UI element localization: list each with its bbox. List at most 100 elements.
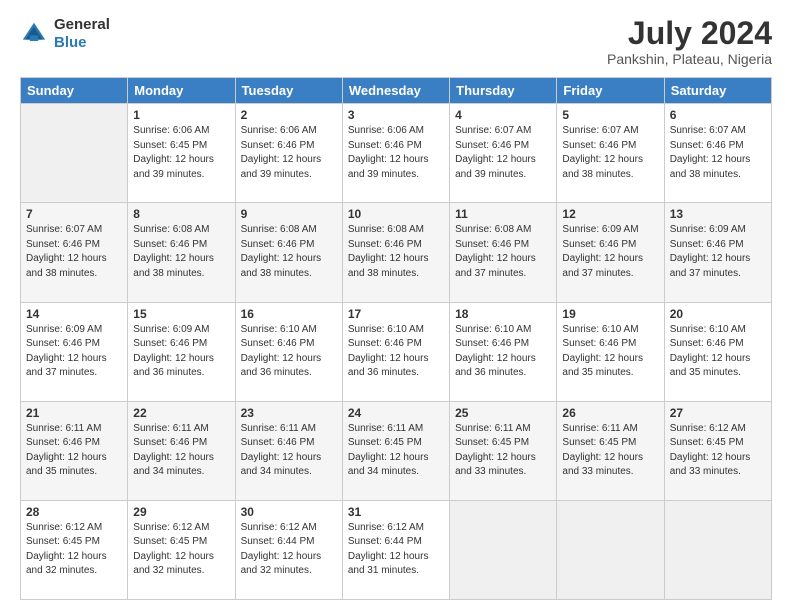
day-info: Sunrise: 6:06 AM Sunset: 6:45 PM Dayligh… [133,124,229,182]
day-number: 4 [455,108,551,122]
day-number: 16 [241,307,337,321]
calendar-day-cell: 18 Sunrise: 6:10 AM Sunset: 6:46 PM Dayli… [450,302,557,401]
day-number: 13 [670,207,766,221]
day-number: 12 [562,207,658,221]
calendar-day-cell: 25 Sunrise: 6:11 AM Sunset: 6:45 PM Dayli… [450,401,557,500]
day-number: 17 [348,307,444,321]
day-info: Sunrise: 6:12 AM Sunset: 6:44 PM Dayligh… [241,521,337,579]
calendar-week-row: 14 Sunrise: 6:09 AM Sunset: 6:46 PM Dayli… [21,302,772,401]
calendar-header-row: SundayMondayTuesdayWednesdayThursdayFrid… [21,78,772,104]
day-number: 28 [26,505,122,519]
day-number: 14 [26,307,122,321]
day-info: Sunrise: 6:12 AM Sunset: 6:45 PM Dayligh… [133,521,229,579]
calendar-week-row: 28 Sunrise: 6:12 AM Sunset: 6:45 PM Dayli… [21,500,772,599]
calendar-day-cell: 22 Sunrise: 6:11 AM Sunset: 6:46 PM Dayli… [128,401,235,500]
calendar-day-cell: 23 Sunrise: 6:11 AM Sunset: 6:46 PM Dayli… [235,401,342,500]
day-number: 20 [670,307,766,321]
calendar-day-cell: 9 Sunrise: 6:08 AM Sunset: 6:46 PM Daylig… [235,203,342,302]
title-block: July 2024 Pankshin, Plateau, Nigeria [607,16,772,67]
day-info: Sunrise: 6:11 AM Sunset: 6:46 PM Dayligh… [26,422,122,480]
day-info: Sunrise: 6:06 AM Sunset: 6:46 PM Dayligh… [348,124,444,182]
day-info: Sunrise: 6:10 AM Sunset: 6:46 PM Dayligh… [670,323,766,381]
calendar-day-cell: 17Sunrise: 6:10 AM Sunset: 6:46 PM Dayli… [342,302,449,401]
day-info: Sunrise: 6:09 AM Sunset: 6:46 PM Dayligh… [670,223,766,281]
day-info: Sunrise: 6:07 AM Sunset: 6:46 PM Dayligh… [26,223,122,281]
calendar-day-cell: 3Sunrise: 6:06 AM Sunset: 6:46 PM Daylig… [342,104,449,203]
day-number: 10 [348,207,444,221]
day-info: Sunrise: 6:08 AM Sunset: 6:46 PM Dayligh… [133,223,229,281]
day-info: Sunrise: 6:08 AM Sunset: 6:46 PM Dayligh… [455,223,551,281]
day-info: Sunrise: 6:10 AM Sunset: 6:46 PM Dayligh… [455,323,551,381]
calendar-day-cell: 20 Sunrise: 6:10 AM Sunset: 6:46 PM Dayli… [664,302,771,401]
day-info: Sunrise: 6:11 AM Sunset: 6:46 PM Dayligh… [241,422,337,480]
day-info: Sunrise: 6:12 AM Sunset: 6:45 PM Dayligh… [26,521,122,579]
calendar-header-cell: Saturday [664,78,771,104]
day-info: Sunrise: 6:11 AM Sunset: 6:45 PM Dayligh… [562,422,658,480]
logo-text: General Blue [54,16,110,52]
day-number: 6 [670,108,766,122]
day-number: 1 [133,108,229,122]
calendar-day-cell: 1 Sunrise: 6:06 AM Sunset: 6:45 PM Daylig… [128,104,235,203]
day-info: Sunrise: 6:08 AM Sunset: 6:46 PM Dayligh… [348,223,444,281]
calendar-day-cell: 12 Sunrise: 6:09 AM Sunset: 6:46 PM Dayli… [557,203,664,302]
day-number: 26 [562,406,658,420]
day-info: Sunrise: 6:07 AM Sunset: 6:46 PM Dayligh… [562,124,658,182]
day-number: 27 [670,406,766,420]
day-info: Sunrise: 6:10 AM Sunset: 6:46 PM Dayligh… [562,323,658,381]
main-title: July 2024 [607,16,772,51]
day-info: Sunrise: 6:11 AM Sunset: 6:46 PM Dayligh… [133,422,229,480]
calendar-week-row: 7Sunrise: 6:07 AM Sunset: 6:46 PM Daylig… [21,203,772,302]
day-number: 22 [133,406,229,420]
calendar-day-cell [21,104,128,203]
day-number: 31 [348,505,444,519]
calendar-header-cell: Tuesday [235,78,342,104]
calendar-day-cell: 15 Sunrise: 6:09 AM Sunset: 6:46 PM Dayli… [128,302,235,401]
calendar-day-cell: 21 Sunrise: 6:11 AM Sunset: 6:46 PM Dayli… [21,401,128,500]
day-number: 23 [241,406,337,420]
day-info: Sunrise: 6:09 AM Sunset: 6:46 PM Dayligh… [26,323,122,381]
day-number: 11 [455,207,551,221]
day-number: 2 [241,108,337,122]
day-number: 25 [455,406,551,420]
day-number: 21 [26,406,122,420]
day-info: Sunrise: 6:10 AM Sunset: 6:46 PM Dayligh… [241,323,337,381]
calendar-day-cell: 10 Sunrise: 6:08 AM Sunset: 6:46 PM Dayli… [342,203,449,302]
day-number: 30 [241,505,337,519]
subtitle: Pankshin, Plateau, Nigeria [607,51,772,67]
day-number: 8 [133,207,229,221]
day-info: Sunrise: 6:08 AM Sunset: 6:46 PM Dayligh… [241,223,337,281]
calendar-day-cell: 14 Sunrise: 6:09 AM Sunset: 6:46 PM Dayli… [21,302,128,401]
calendar-day-cell: 11 Sunrise: 6:08 AM Sunset: 6:46 PM Dayli… [450,203,557,302]
day-info: Sunrise: 6:07 AM Sunset: 6:46 PM Dayligh… [455,124,551,182]
calendar-header-cell: Thursday [450,78,557,104]
calendar-week-row: 1 Sunrise: 6:06 AM Sunset: 6:45 PM Daylig… [21,104,772,203]
calendar-day-cell: 30 Sunrise: 6:12 AM Sunset: 6:44 PM Dayli… [235,500,342,599]
calendar-day-cell [557,500,664,599]
calendar-day-cell: 2Sunrise: 6:06 AM Sunset: 6:46 PM Daylig… [235,104,342,203]
day-number: 5 [562,108,658,122]
day-info: Sunrise: 6:11 AM Sunset: 6:45 PM Dayligh… [455,422,551,480]
calendar-day-cell [450,500,557,599]
page: General Blue July 2024 Pankshin, Plateau… [0,0,792,612]
calendar-day-cell: 5 Sunrise: 6:07 AM Sunset: 6:46 PM Daylig… [557,104,664,203]
calendar-day-cell: 13 Sunrise: 6:09 AM Sunset: 6:46 PM Dayli… [664,203,771,302]
calendar-week-row: 21 Sunrise: 6:11 AM Sunset: 6:46 PM Dayli… [21,401,772,500]
day-info: Sunrise: 6:09 AM Sunset: 6:46 PM Dayligh… [133,323,229,381]
calendar-day-cell: 19 Sunrise: 6:10 AM Sunset: 6:46 PM Dayli… [557,302,664,401]
calendar-header-cell: Monday [128,78,235,104]
day-info: Sunrise: 6:09 AM Sunset: 6:46 PM Dayligh… [562,223,658,281]
calendar-day-cell: 29Sunrise: 6:12 AM Sunset: 6:45 PM Dayli… [128,500,235,599]
calendar-day-cell: 28 Sunrise: 6:12 AM Sunset: 6:45 PM Dayli… [21,500,128,599]
day-number: 9 [241,207,337,221]
calendar-day-cell: 8 Sunrise: 6:08 AM Sunset: 6:46 PM Daylig… [128,203,235,302]
day-number: 19 [562,307,658,321]
logo: General Blue [20,16,110,52]
header: General Blue July 2024 Pankshin, Plateau… [20,16,772,67]
day-number: 18 [455,307,551,321]
calendar-day-cell: 26 Sunrise: 6:11 AM Sunset: 6:45 PM Dayli… [557,401,664,500]
calendar-header-cell: Friday [557,78,664,104]
calendar-table: SundayMondayTuesdayWednesdayThursdayFrid… [20,77,772,600]
day-number: 15 [133,307,229,321]
calendar-day-cell: 27Sunrise: 6:12 AM Sunset: 6:45 PM Dayli… [664,401,771,500]
calendar-day-cell: 16 Sunrise: 6:10 AM Sunset: 6:46 PM Dayli… [235,302,342,401]
